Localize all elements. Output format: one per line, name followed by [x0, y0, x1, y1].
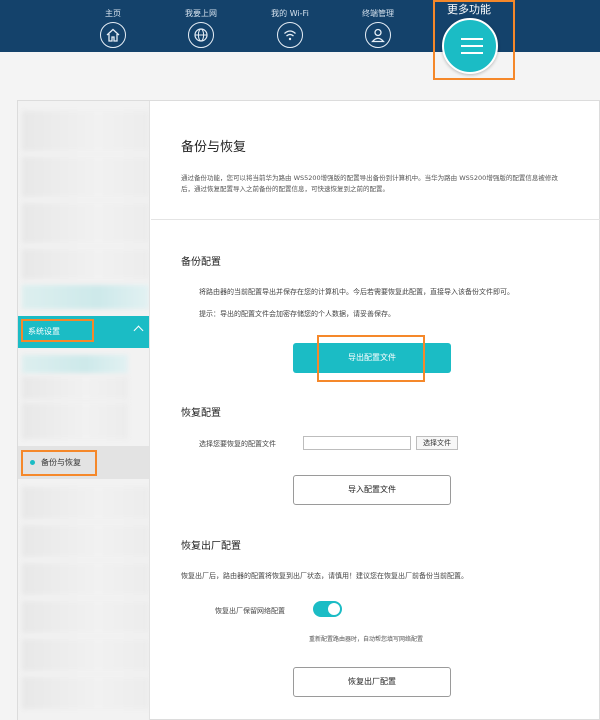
sidebar-blurred-item [22, 563, 149, 595]
backup-description: 将路由器的当前配置导出并保存在您的计算机中。今后若需要恢复此配置，直接导入该备份… [199, 288, 514, 296]
sidebar-section-highlight [21, 319, 94, 342]
factory-description: 恢复出厂后，路由器的配置将恢复到出厂状态，请慎用！建议您在恢复出厂前备份当前配置… [181, 572, 468, 580]
nav-item-home-label: 主页 [105, 9, 121, 18]
keep-network-toggle[interactable] [313, 601, 342, 617]
factory-reset-button[interactable]: 恢复出厂配置 [293, 667, 451, 697]
sidebar: 系统设置 备份与恢复 [18, 101, 150, 720]
sidebar-blurred-item [22, 249, 149, 279]
divider [151, 219, 600, 220]
main-panel: 系统设置 备份与恢复 备份与恢复 通过备份功能，您可以将当前华为路由 WS520… [17, 100, 600, 720]
nav-item-home[interactable]: 主页 [73, 0, 153, 52]
page-title: 备份与恢复 [181, 140, 247, 155]
sidebar-blurred-item [22, 677, 149, 709]
factory-section-title: 恢复出厂配置 [181, 541, 241, 552]
nav-item-devices[interactable]: 终端管理 [338, 0, 418, 52]
user-icon [365, 22, 391, 48]
nav-item-internet-label: 我要上网 [185, 9, 217, 18]
sidebar-item-highlight [21, 450, 97, 476]
sidebar-blurred-item [22, 203, 149, 243]
home-icon [100, 22, 126, 48]
keep-network-hint: 重新配置路由器时，自动帮您填写网络配置 [309, 636, 424, 643]
more-functions-highlight [433, 0, 515, 80]
page-description: 通过备份功能，您可以将当前华为路由 WS5200增强版的配置导出备份到计算机中。… [181, 174, 558, 193]
restore-file-input[interactable] [303, 436, 411, 450]
sidebar-blurred-item [22, 111, 149, 151]
sidebar-blurred-item [22, 157, 149, 197]
keep-network-toggle-label: 恢复出厂保留网络配置 [215, 607, 285, 615]
sidebar-blurred-item [22, 377, 128, 399]
import-config-button[interactable]: 导入配置文件 [293, 475, 451, 505]
sidebar-blurred-item [22, 639, 149, 671]
restore-file-label: 选择您要恢复的配置文件 [199, 440, 276, 448]
globe-icon [188, 22, 214, 48]
sidebar-blurred-item [22, 403, 128, 439]
sidebar-blurred-item [22, 285, 149, 309]
nav-item-internet[interactable]: 我要上网 [161, 0, 241, 52]
export-button-highlight [317, 335, 425, 382]
sidebar-blurred-item [22, 525, 149, 557]
sidebar-blurred-item [22, 487, 149, 519]
nav-item-devices-label: 终端管理 [362, 9, 394, 18]
wifi-icon [277, 22, 303, 48]
nav-item-wifi[interactable]: 我的 Wi-Fi [250, 0, 330, 52]
nav-item-wifi-label: 我的 Wi-Fi [271, 9, 309, 18]
choose-file-button[interactable]: 选择文件 [416, 436, 458, 450]
sidebar-blurred-item [22, 355, 128, 373]
toggle-knob [328, 603, 340, 615]
chevron-up-icon [133, 325, 144, 336]
backup-section-title: 备份配置 [181, 257, 221, 268]
backup-hint: 提示：导出的配置文件会加密存储您的个人数据，请妥善保存。 [199, 310, 395, 318]
sidebar-blurred-item [22, 601, 149, 633]
restore-section-title: 恢复配置 [181, 408, 221, 419]
content-area: 备份与恢复 通过备份功能，您可以将当前华为路由 WS5200增强版的配置导出备份… [151, 101, 600, 720]
